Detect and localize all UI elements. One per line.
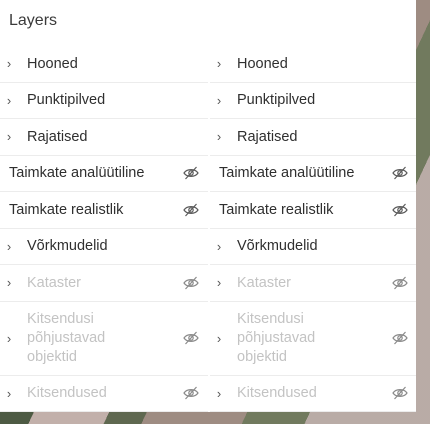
layer-label: Taimkate analüütiline <box>9 165 145 182</box>
layer-row[interactable]: › Punktipilved <box>0 83 208 119</box>
layer-row[interactable]: › Kitsendused <box>0 376 208 412</box>
chevron-right-icon[interactable]: › <box>3 93 15 108</box>
layer-list-left: › Hooned › Punktipilved › Rajatised Taimkate a… <box>0 46 208 412</box>
layer-list-right: › Hooned › Punktipilved › Rajatised Taimkate a… <box>210 46 416 412</box>
layer-row[interactable]: › Punktipilved <box>210 83 416 119</box>
layer-label: Kitsendused <box>27 385 107 402</box>
chevron-right-icon[interactable]: › <box>213 93 225 108</box>
chevron-right-icon[interactable]: › <box>213 331 225 346</box>
chevron-right-icon[interactable]: › <box>3 331 15 346</box>
layer-label: Kitsendusi põhjustavad objektid <box>237 310 316 365</box>
layer-row[interactable]: › Kataster <box>210 265 416 302</box>
eye-off-icon[interactable] <box>392 166 408 180</box>
panel-title: Layers <box>9 12 58 29</box>
layer-label: Hooned <box>27 55 78 72</box>
layer-row[interactable]: › Kitsendusi põhjustavad objektid <box>210 302 416 376</box>
layer-label: Punktipilved <box>237 92 316 109</box>
layer-row[interactable]: › Kataster <box>0 265 208 302</box>
layer-row[interactable]: › Rajatised <box>0 119 208 156</box>
layer-row[interactable]: › Võrkmudelid <box>210 229 416 265</box>
chevron-right-icon[interactable]: › <box>213 129 225 144</box>
layer-row[interactable]: › Hooned <box>210 46 416 83</box>
chevron-right-icon[interactable]: › <box>3 239 15 254</box>
chevron-right-icon[interactable]: › <box>213 275 225 290</box>
chevron-right-icon[interactable]: › <box>3 129 15 144</box>
layer-label: Hooned <box>237 55 288 72</box>
layer-label: Rajatised <box>27 128 88 145</box>
eye-off-icon[interactable] <box>183 331 199 345</box>
layer-label: Taimkate realistlik <box>219 201 334 218</box>
layer-row[interactable]: Taimkate realistlik <box>210 192 416 229</box>
chevron-right-icon[interactable]: › <box>3 56 15 71</box>
layer-label: Kitsendusi põhjustavad objektid <box>27 310 106 365</box>
layer-row[interactable]: Taimkate analüütiline <box>0 156 208 192</box>
chevron-right-icon[interactable]: › <box>213 56 225 71</box>
layer-label: Taimkate analüütiline <box>219 165 355 182</box>
layer-row[interactable]: › Kitsendused <box>210 376 416 412</box>
eye-off-icon[interactable] <box>183 203 199 217</box>
layer-row[interactable]: › Rajatised <box>210 119 416 156</box>
layer-label: Võrkmudelid <box>27 238 108 255</box>
eye-off-icon[interactable] <box>392 276 408 290</box>
eye-off-icon[interactable] <box>183 276 199 290</box>
layer-label: Kitsendused <box>237 385 317 402</box>
layer-label: Kataster <box>237 274 291 291</box>
eye-off-icon[interactable] <box>392 203 408 217</box>
layer-label: Kataster <box>27 274 81 291</box>
layer-label: Punktipilved <box>27 92 106 109</box>
chevron-right-icon[interactable]: › <box>213 386 225 401</box>
eye-off-icon[interactable] <box>392 386 408 400</box>
layers-panel: Layers › Hooned › Punktipilved › Rajatised Tai… <box>0 0 416 412</box>
layer-label: Rajatised <box>237 128 298 145</box>
eye-off-icon[interactable] <box>183 386 199 400</box>
layer-row[interactable]: Taimkate analüütiline <box>210 156 416 192</box>
chevron-right-icon[interactable]: › <box>3 386 15 401</box>
layer-row[interactable]: › Hooned <box>0 46 208 83</box>
eye-off-icon[interactable] <box>392 331 408 345</box>
eye-off-icon[interactable] <box>183 166 199 180</box>
layer-row[interactable]: Taimkate realistlik <box>0 192 208 229</box>
layer-row[interactable]: › Kitsendusi põhjustavad objektid <box>0 302 208 376</box>
layer-label: Taimkate realistlik <box>9 201 124 218</box>
layer-row[interactable]: › Võrkmudelid <box>0 229 208 265</box>
chevron-right-icon[interactable]: › <box>3 275 15 290</box>
layer-label: Võrkmudelid <box>237 238 318 255</box>
chevron-right-icon[interactable]: › <box>213 239 225 254</box>
